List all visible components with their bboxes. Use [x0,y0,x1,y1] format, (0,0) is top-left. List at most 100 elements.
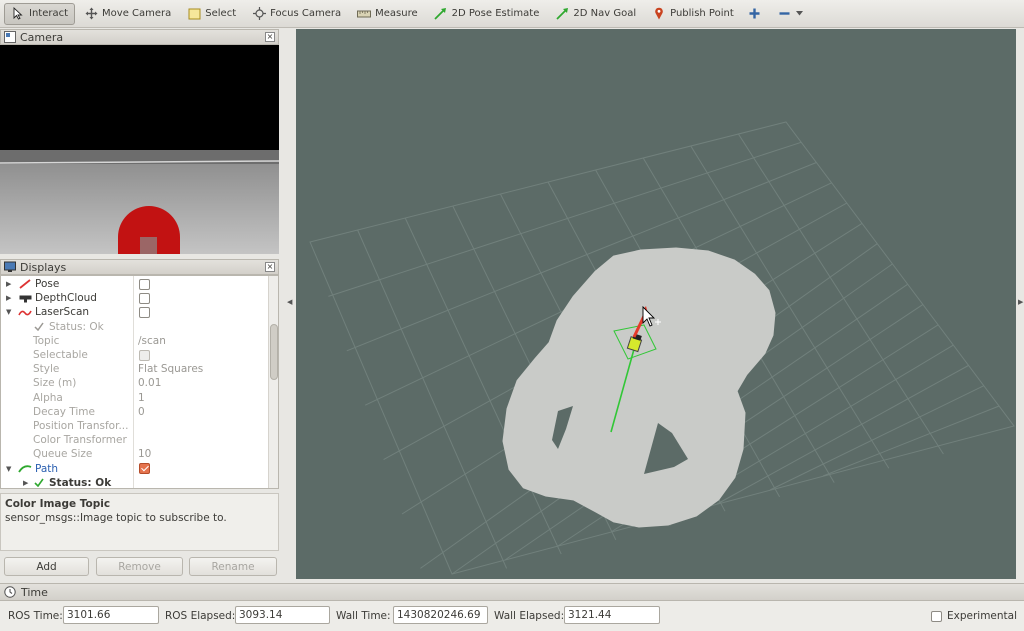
depthcloud-icon [18,292,32,304]
toolbar: Interact Move Camera Select Focus Camera… [0,0,1024,28]
property-name: Size (m) [33,377,77,390]
monitor-icon [4,261,16,273]
right-splitter-handle[interactable]: ▶ [1018,298,1023,306]
collapse-arrow-icon[interactable]: ▼ [6,308,14,316]
display-name: DepthCloud [35,292,97,305]
2d-nav-goal-tool-label: 2D Nav Goal [573,8,637,19]
property-row-alpha[interactable]: Alpha 1 [1,391,267,405]
property-name: Selectable [33,349,88,362]
measure-icon [357,7,372,21]
measure-tool-label: Measure [375,8,418,19]
display-row-depthcloud[interactable]: ▶ DepthCloud [1,291,267,305]
property-value[interactable]: /scan [138,335,166,347]
left-splitter-handle[interactable]: ◀ [287,298,292,306]
property-name: Queue Size [33,448,93,461]
remove-display-button[interactable]: Remove [96,557,183,576]
property-row-color-transformer[interactable]: Color Transformer [1,433,267,447]
camera-panel-title: Camera [20,30,64,44]
pose-icon [18,278,32,290]
time-panel-title: Time [21,585,48,599]
publish-point-tool-label: Publish Point [670,8,734,19]
experimental-checkbox[interactable] [931,611,942,622]
wall-time-field[interactable]: 1430820246.69 [393,606,488,624]
property-row-queue-size[interactable]: Queue Size 10 [1,447,267,461]
experimental-label: Experimental [947,610,1018,622]
enable-checkbox[interactable] [139,463,150,475]
move-camera-tool-button[interactable]: Move Camera [77,3,178,25]
property-name: Position Transfor... [33,420,129,433]
publish-point-tool-button[interactable]: Publish Point [645,3,741,25]
property-row-position-transformer[interactable]: Position Transfor... [1,419,267,433]
property-value[interactable]: 10 [138,448,151,460]
ros-time-field[interactable]: 3101.66 [63,606,159,624]
property-name: Style [33,363,60,376]
property-row-decay-time[interactable]: Decay Time 0 [1,405,267,419]
property-value[interactable]: 0.01 [138,377,161,389]
2d-pose-estimate-tool-button[interactable]: 2D Pose Estimate [427,3,547,25]
property-value[interactable]: 0 [138,406,145,418]
add-display-button[interactable]: Add [4,557,89,576]
displays-scrollbar[interactable] [268,276,278,488]
rename-display-button[interactable]: Rename [189,557,277,576]
display-name: Pose [35,278,60,291]
interact-tool-button[interactable]: Interact [4,2,76,25]
camera-panel-close-icon[interactable]: × [265,32,275,42]
focus-camera-icon [252,7,266,21]
focus-camera-tool-label: Focus Camera [270,8,342,19]
time-panel: ROS Time: 3101.66 ROS Elapsed: 3093.14 W… [0,601,1024,631]
camera-image-view [0,45,279,254]
property-value[interactable]: 1 [138,392,145,404]
minus-icon [778,7,792,21]
time-panel-header: Time [0,583,1024,601]
add-tool-button[interactable] [743,3,771,25]
display-row-path[interactable]: ▼ Path [1,462,267,476]
chevron-down-icon [796,7,804,21]
scrollbar-thumb[interactable] [270,324,278,380]
camera-panel-header: Camera × [0,29,279,45]
display-name: LaserScan [35,306,90,319]
enable-checkbox[interactable] [139,306,150,318]
enable-checkbox[interactable] [139,278,150,290]
expand-arrow-icon[interactable]: ▶ [6,280,14,288]
description-text: sensor_msgs::Image topic to subscribe to… [5,512,227,524]
focus-camera-tool-button[interactable]: Focus Camera [245,3,348,25]
status-ok-icon [32,321,46,333]
expand-arrow-icon[interactable]: ▶ [23,479,31,487]
displays-panel-header: Displays × [0,259,279,275]
wall-elapsed-field[interactable]: 3121.44 [564,606,660,624]
property-name: Color Transformer [33,434,127,447]
ros-elapsed-field[interactable]: 3093.14 [235,606,330,624]
property-row-size[interactable]: Size (m) 0.01 [1,376,267,390]
property-row-selectable[interactable]: Selectable [1,348,267,362]
pose-arrow-icon [434,7,448,21]
displays-panel-close-icon[interactable]: × [265,262,275,272]
status-row[interactable]: ▶ Status: Ok [1,476,267,488]
ros-elapsed-label: ROS Elapsed: [165,610,236,622]
property-row-topic[interactable]: Topic /scan [1,334,267,348]
nav-goal-arrow-icon [555,7,569,21]
property-name: Alpha [33,391,63,404]
collapse-arrow-icon[interactable]: ▼ [6,465,14,473]
interact-tool-label: Interact [29,8,69,19]
property-value[interactable]: Flat Squares [138,363,203,375]
property-name: Decay Time [33,405,96,418]
select-icon [187,7,201,21]
status-ok-icon [32,477,46,488]
display-row-laserscan[interactable]: ▼ LaserScan [1,305,267,319]
display-name: Path [35,462,59,475]
measure-tool-button[interactable]: Measure [350,3,425,25]
laserscan-icon [18,306,32,318]
clock-icon [4,586,16,598]
ros-time-label: ROS Time: [8,610,63,622]
remove-tool-button[interactable] [773,3,809,25]
move-camera-tool-label: Move Camera [102,8,172,19]
property-row-style[interactable]: Style Flat Squares [1,362,267,376]
2d-nav-goal-tool-button[interactable]: 2D Nav Goal [548,3,643,25]
expand-arrow-icon[interactable]: ▶ [6,294,14,302]
select-tool-button[interactable]: Select [180,3,243,25]
enable-checkbox[interactable] [139,292,150,304]
property-description: Color Image Topic sensor_msgs::Image top… [0,493,279,551]
selectable-checkbox[interactable] [139,349,150,361]
3d-render-view[interactable] [296,29,1016,579]
display-row-pose[interactable]: ▶ Pose [1,277,267,291]
